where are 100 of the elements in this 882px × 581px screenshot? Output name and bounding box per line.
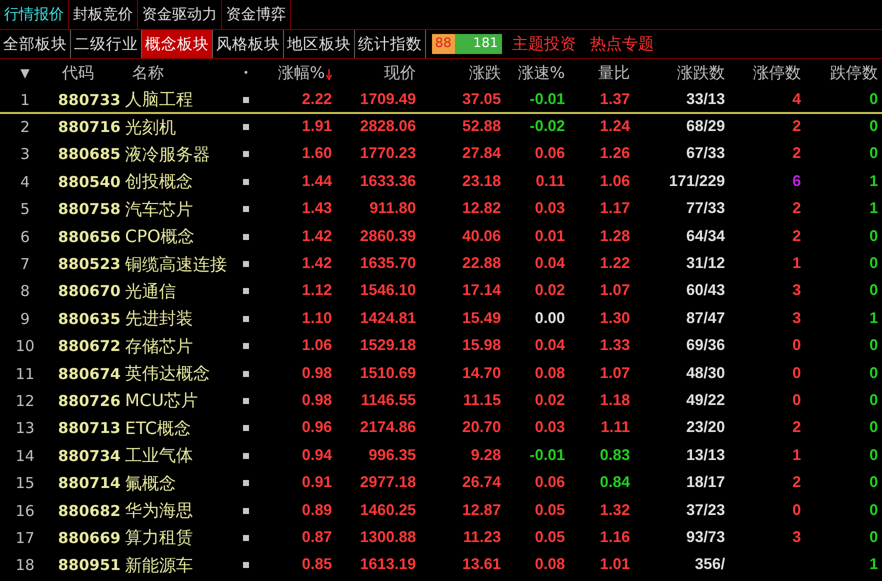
- name-cell-text: 人脑工程: [124, 89, 194, 112]
- table-row[interactable]: 9 880635 先进封装 1.10 1424.81 15.49 0.00 1.30 87/47 3 1: [0, 306, 882, 334]
- speed-cell-text: 0.08: [534, 364, 566, 383]
- table-row[interactable]: 6 880656 CPO概念 1.42 2860.39 40.06 0.01 1.28 64/34 2 0: [0, 224, 882, 252]
- up-down-cell-text: 171/229: [668, 172, 726, 191]
- column-header[interactable]: 涨速%: [503, 62, 567, 84]
- change-cell-text: 20.70: [461, 419, 502, 438]
- up-down-cell-text: 67/33: [685, 145, 726, 164]
- square-marker-icon: [243, 234, 249, 240]
- quote-tab[interactable]: 封板竞价: [69, 0, 138, 29]
- table-row[interactable]: 10 880672 存储芯片 1.06 1529.18 15.98 0.04 1.33 69/36 0 0: [0, 334, 882, 361]
- row-number: 6: [19, 228, 31, 246]
- change-pct-cell-text: 1.42: [300, 228, 333, 246]
- table-row[interactable]: 17 880669 算力租赁 0.87 1300.88 11.23 0.05 1.16 93/73 3 0: [0, 525, 882, 553]
- volume-ratio-cell-text: 1.01: [598, 556, 631, 574]
- up-down-cell-text: 31/12: [685, 255, 726, 274]
- column-header[interactable]: •: [238, 68, 254, 78]
- table-row[interactable]: 14 880734 工业气体 0.94 996.35 9.28 -0.01 0.83 13/13 1 0: [0, 443, 882, 470]
- speed-cell-text: 0.00: [534, 310, 566, 328]
- speed-cell-text: 0.02: [534, 282, 566, 300]
- sector-tab[interactable]: 风格板块: [213, 30, 284, 58]
- table-row[interactable]: 12 880726 MCU芯片 0.98 1146.55 11.15 0.02 1.18 49/22 0 0: [0, 388, 882, 416]
- sector-tab[interactable]: 全部板块: [0, 30, 71, 58]
- speed-cell-text: 0.06: [534, 474, 566, 492]
- change-pct-cell-text: 1.10: [300, 310, 333, 328]
- decliners-count: 181: [473, 35, 499, 53]
- row-number: 5: [19, 200, 31, 218]
- change-cell-text: 52.88: [461, 118, 502, 136]
- column-header[interactable]: 跌停数: [803, 62, 880, 84]
- square-marker-icon: [243, 96, 249, 103]
- quote-tab[interactable]: 资金驱动力: [138, 0, 222, 29]
- name-cell-text: 工业气体: [124, 445, 194, 468]
- price-cell-text: 2828.06: [358, 118, 417, 136]
- column-header[interactable]: 代码: [50, 62, 120, 84]
- table-row[interactable]: 2 880716 光刻机 1.91 2828.06 52.88 -0.02 1.24 68/29 2 0: [0, 114, 882, 142]
- speed-cell-text: 0.02: [534, 392, 566, 410]
- advancers-count: 88: [434, 35, 452, 53]
- name-cell-text: 先进封装: [124, 308, 194, 330]
- column-header[interactable]: 现价: [334, 62, 418, 84]
- code-cell-text: 880714: [57, 474, 120, 492]
- sector-tab[interactable]: 地区板块: [284, 30, 355, 58]
- table-row[interactable]: 13 880713 ETC概念 0.96 2174.86 20.70 0.03 1.11 23/20 2 0: [0, 416, 882, 444]
- table-row[interactable]: 15 880714 氟概念 0.91 2977.18 26.74 0.06 0.84 18/17 2 0: [0, 470, 882, 498]
- up-down-cell-text: 18/17: [685, 474, 726, 492]
- name-cell-text: 华为海思: [124, 500, 194, 522]
- column-header[interactable]: 涨跌: [418, 62, 503, 84]
- column-header[interactable]: 涨幅%: [254, 62, 334, 84]
- table-row[interactable]: 5 880758 汽车芯片 1.43 911.80 12.82 0.03 1.17 77/33 2 1: [0, 196, 882, 224]
- square-marker-icon: [243, 206, 249, 212]
- limit-down-cell-text: 0: [868, 364, 879, 383]
- change-cell-text: 15.49: [461, 310, 502, 328]
- quote-tab[interactable]: 行情报价: [0, 0, 69, 29]
- volume-ratio-cell-text: 1.07: [598, 282, 631, 300]
- volume-ratio-cell-text: 1.37: [598, 90, 631, 109]
- code-cell-text: 880540: [57, 172, 120, 191]
- limit-down-cell-text: 0: [868, 118, 879, 136]
- column-header[interactable]: 涨停数: [727, 62, 803, 84]
- limit-down-cell-text: 1: [868, 310, 879, 328]
- topic-link[interactable]: 热点专题: [590, 34, 654, 54]
- table-row[interactable]: 4 880540 创投概念 1.44 1633.36 23.18 0.11 1.06 171/229 6 1: [0, 169, 882, 197]
- name-cell-text: 光刻机: [124, 116, 177, 139]
- table-row[interactable]: 16 880682 华为海思 0.89 1460.25 12.87 0.05 1.32 37/23 0 0: [0, 498, 882, 526]
- column-header[interactable]: 量比: [567, 62, 632, 84]
- name-cell-text: CPO概念: [124, 226, 196, 248]
- table-row[interactable]: 11 880674 英伟达概念 0.98 1510.69 14.70 0.08 1.07 48/30 0 0: [0, 360, 882, 388]
- limit-down-cell-text: 0: [868, 145, 879, 164]
- speed-cell-text: 0.01: [534, 228, 566, 246]
- square-marker-icon: [243, 370, 249, 377]
- topic-link[interactable]: 主题投资: [512, 34, 576, 54]
- table-row[interactable]: 8 880670 光通信 1.12 1546.10 17.14 0.02 1.07 60/43 3 0: [0, 278, 882, 306]
- change-cell-text: 26.74: [461, 474, 502, 492]
- volume-ratio-cell-text: 1.18: [598, 392, 631, 410]
- column-header[interactable]: ▼: [0, 66, 50, 80]
- limit-down-cell-text: 0: [868, 446, 879, 465]
- volume-ratio-cell-text: 1.11: [600, 419, 631, 438]
- sector-tab[interactable]: 统计指数: [355, 30, 426, 58]
- speed-cell-text: 0.05: [534, 502, 566, 520]
- sector-tab[interactable]: 概念板块: [142, 30, 213, 58]
- change-cell-text: 23.18: [461, 172, 502, 191]
- column-header[interactable]: 涨跌数: [632, 62, 727, 84]
- code-cell-text: 880656: [57, 228, 120, 246]
- volume-ratio-cell-text: 1.16: [598, 528, 631, 547]
- name-cell-text: ETC概念: [124, 418, 192, 440]
- change-pct-cell-text: 0.98: [300, 364, 333, 383]
- table-row[interactable]: 3 880685 液冷服务器 1.60 1770.23 27.84 0.06 1.26 67/33 2 0: [0, 142, 882, 170]
- table-row[interactable]: 1 880733 人脑工程 2.22 1709.49 37.05 -0.01 1.37 33/13 4 0: [0, 87, 882, 114]
- up-down-cell-text: 13/13: [685, 446, 726, 465]
- quote-tab[interactable]: 资金博弈: [222, 0, 291, 29]
- limit-down-cell-text: 0: [868, 337, 879, 356]
- row-number: 8: [19, 282, 31, 300]
- row-number: 14: [14, 446, 36, 465]
- change-cell-text: 9.28: [470, 446, 502, 465]
- square-marker-icon: [243, 316, 249, 322]
- row-number: 3: [19, 145, 31, 164]
- table-row[interactable]: 18 880951 新能源车 0.85 1613.19 13.61 0.08 1.01 356/ 1: [0, 552, 882, 580]
- change-cell-text: 13.61: [461, 556, 502, 574]
- code-cell-text: 880523: [57, 255, 120, 274]
- table-row[interactable]: 7 880523 铜缆高速连接 1.42 1635.70 22.88 0.04 1.22 31/12 1 0: [0, 251, 882, 279]
- limit-down-cell-text: 0: [868, 90, 879, 109]
- column-header[interactable]: 名称: [120, 62, 238, 84]
